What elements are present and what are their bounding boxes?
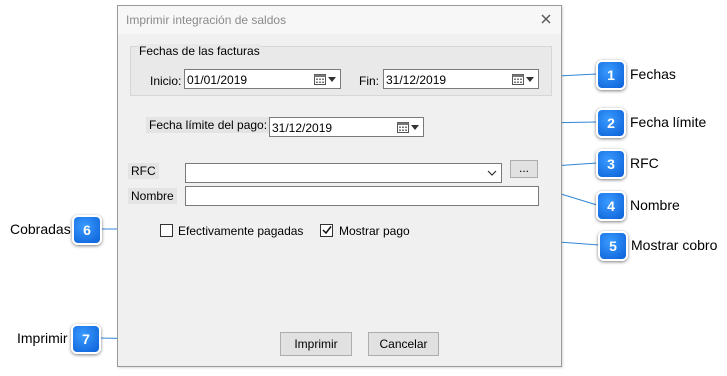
- nombre-input[interactable]: [185, 186, 539, 206]
- inicio-label: Inicio:: [150, 74, 182, 88]
- calendar-icon[interactable]: [512, 73, 524, 85]
- calendar-icon[interactable]: [314, 73, 326, 85]
- callout-label-cobradas: Cobradas: [10, 221, 71, 237]
- dialog-titlebar: Imprimir integración de saldos: [118, 6, 561, 34]
- callout-label-fecha-limite: Fecha límite: [630, 114, 707, 130]
- efectivamente-pagadas-checkbox[interactable]: [160, 224, 173, 237]
- rfc-browse-button[interactable]: ...: [510, 160, 538, 178]
- fin-label: Fin:: [359, 74, 380, 88]
- imprimir-button[interactable]: Imprimir: [280, 332, 352, 356]
- dropdown-arrow-icon[interactable]: [526, 77, 534, 82]
- callout-badge-3: 3: [596, 149, 626, 179]
- callout-label-imprimir: Imprimir: [17, 330, 68, 346]
- dialog-title: Imprimir integración de saldos: [126, 13, 287, 27]
- fecha-limite-label: Fecha límite del pago:: [146, 117, 271, 133]
- dropdown-arrow-icon[interactable]: [411, 125, 419, 130]
- dropdown-arrow-icon[interactable]: [328, 77, 336, 82]
- mostrar-pago-label: Mostrar pago: [339, 224, 410, 238]
- calendar-icon[interactable]: [397, 121, 409, 133]
- nombre-label: Nombre: [128, 188, 177, 204]
- print-dialog: Imprimir integración de saldos Fechas de…: [117, 5, 562, 367]
- mostrar-pago-checkbox[interactable]: [320, 224, 333, 237]
- fecha-limite-date-picker[interactable]: 31/12/2019: [269, 117, 424, 137]
- callout-badge-5: 5: [598, 231, 628, 261]
- callout-badge-7: 7: [71, 324, 101, 354]
- fechas-group-title: Fechas de las facturas: [138, 44, 261, 58]
- cancelar-button[interactable]: Cancelar: [368, 332, 439, 356]
- callout-label-nombre: Nombre: [630, 197, 680, 213]
- chevron-down-icon[interactable]: [487, 168, 497, 178]
- inicio-date-picker[interactable]: 01/01/2019: [184, 69, 341, 89]
- callout-label-mostrar-cobro: Mostrar cobro: [631, 237, 718, 253]
- checkmark-icon: [322, 226, 332, 235]
- close-icon[interactable]: [537, 10, 555, 28]
- callout-badge-6: 6: [72, 215, 102, 245]
- rfc-label: RFC: [128, 163, 159, 179]
- efectivamente-pagadas-label: Efectivamente pagadas: [178, 224, 304, 238]
- callout-badge-2: 2: [596, 108, 626, 138]
- callout-label-rfc: RFC: [630, 155, 659, 171]
- fecha-limite-value: 31/12/2019: [272, 121, 333, 135]
- rfc-combobox[interactable]: [185, 163, 502, 183]
- fin-date-value: 31/12/2019: [386, 73, 447, 87]
- callout-label-fechas: Fechas: [630, 66, 676, 82]
- callout-badge-1: 1: [596, 60, 626, 90]
- fin-date-picker[interactable]: 31/12/2019: [383, 69, 539, 89]
- inicio-date-value: 01/01/2019: [187, 73, 248, 87]
- callout-badge-4: 4: [596, 191, 626, 221]
